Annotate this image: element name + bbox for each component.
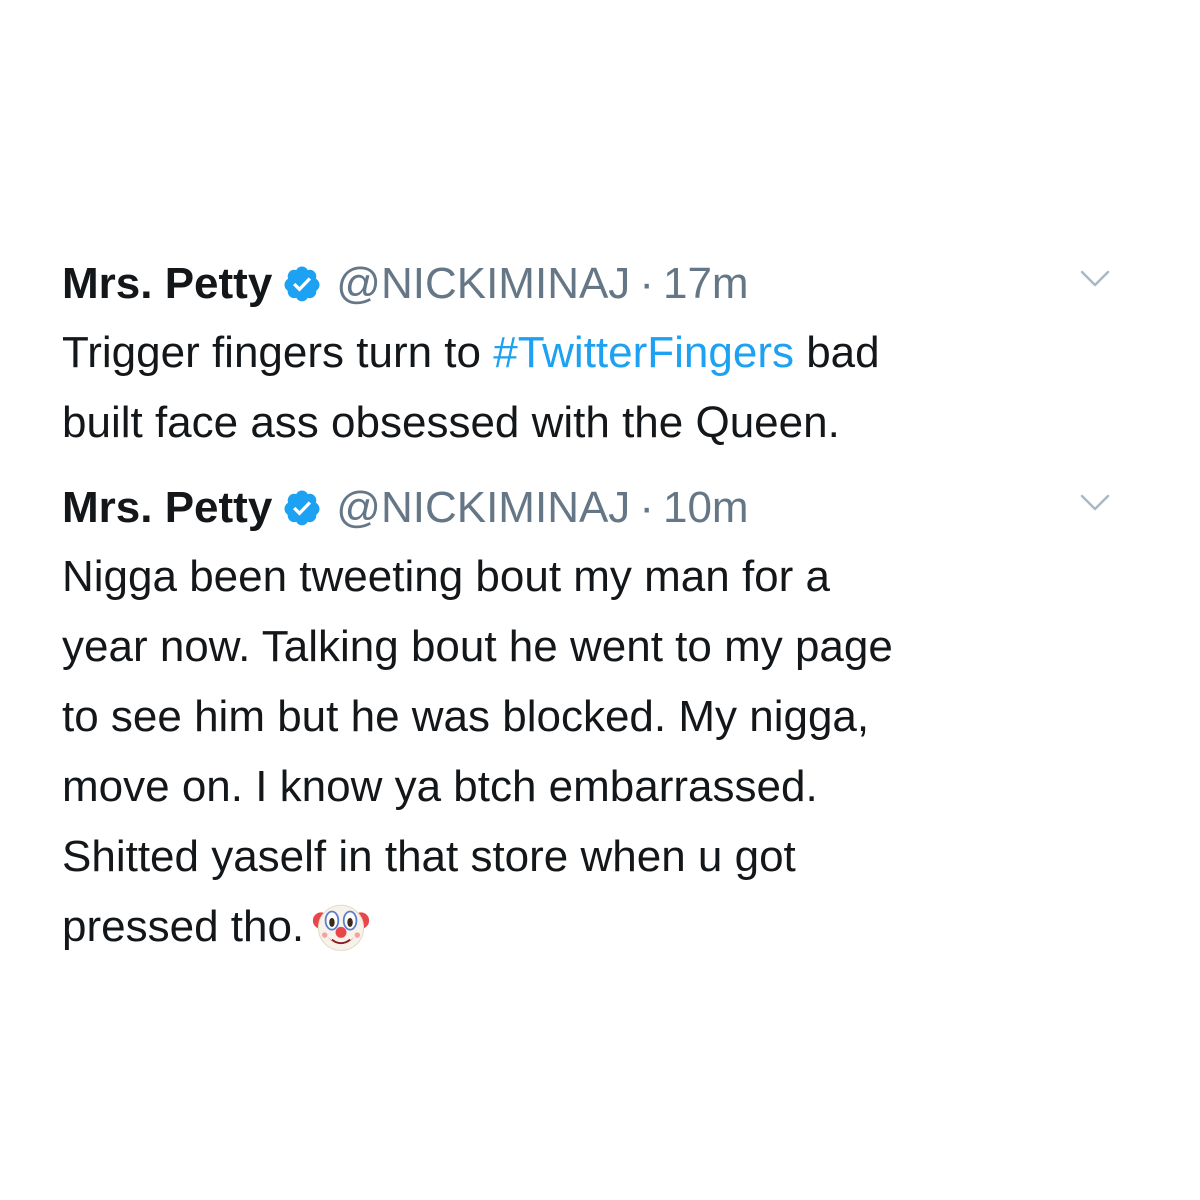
text-segment: bad: [793, 328, 880, 377]
tweet-header: Mrs. Petty @NICKIMINAJ · 10m: [62, 474, 1122, 542]
separator: ·: [639, 259, 654, 308]
text-segment: pressed tho.: [62, 902, 305, 951]
hashtag-link[interactable]: #TwitterFingers: [493, 328, 794, 377]
clown-face-icon: [312, 897, 370, 955]
tweet-text-line: Shitted yaself in that store when u got: [62, 832, 796, 881]
tweet-text-line: year now. Talking bout he went to my pag…: [62, 622, 893, 671]
display-name[interactable]: Mrs. Petty: [62, 259, 272, 309]
display-name[interactable]: Mrs. Petty: [62, 483, 272, 533]
text-segment: Trigger fingers turn to: [62, 328, 494, 377]
chevron-down-icon[interactable]: [1080, 492, 1110, 514]
tweet-text-line: Trigger fingers turn to #TwitterFingers …: [62, 318, 1122, 388]
chevron-down-icon[interactable]: [1080, 268, 1110, 290]
handle[interactable]: @NICKIMINAJ: [336, 483, 630, 533]
tweet-text-line: pressed tho.: [62, 892, 1122, 962]
handle[interactable]: @NICKIMINAJ: [336, 259, 630, 309]
separator: ·: [639, 483, 654, 532]
tweet-text-line: built face ass obsessed with the Queen.: [62, 398, 840, 447]
verified-badge-icon: [282, 488, 322, 528]
tweet-text-line: move on. I know ya btch embarrassed.: [62, 762, 818, 811]
tweet[interactable]: Mrs. Petty @NICKIMINAJ · 10m Nigga been …: [62, 474, 1122, 962]
tweet-text-line: to see him but he was blocked. My nigga,: [62, 692, 870, 741]
tweet[interactable]: Mrs. Petty @NICKIMINAJ · 17m Trigger fin…: [62, 250, 1122, 458]
tweet-header: Mrs. Petty @NICKIMINAJ · 17m: [62, 250, 1122, 318]
tweet-text-line: Nigga been tweeting bout my man for a: [62, 552, 831, 601]
timestamp[interactable]: 17m: [663, 259, 749, 309]
verified-badge-icon: [282, 264, 322, 304]
tweet-text: Trigger fingers turn to #TwitterFingers …: [62, 318, 1122, 458]
timestamp[interactable]: 10m: [663, 483, 749, 533]
tweet-text: Nigga been tweeting bout my man for a ye…: [62, 542, 1122, 962]
